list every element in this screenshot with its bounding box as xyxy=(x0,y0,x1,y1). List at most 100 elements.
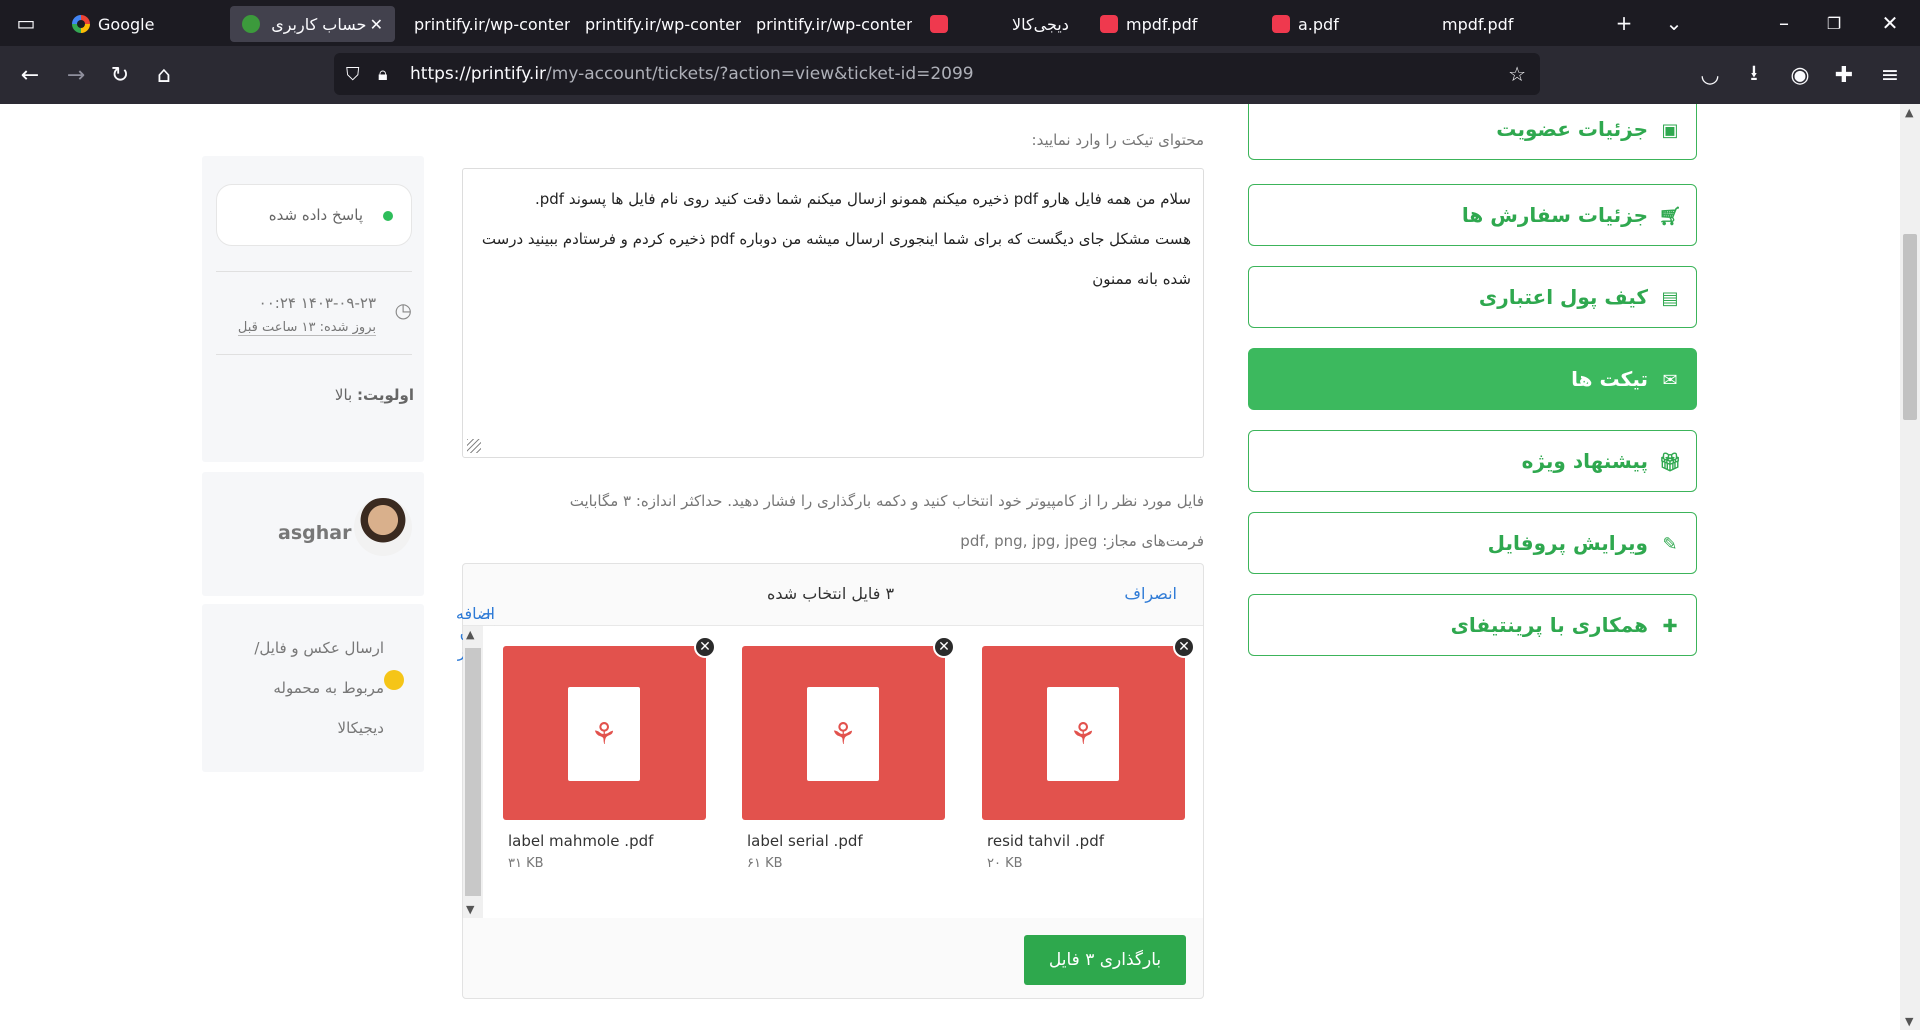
updated-time: بروز شده: ۱۳ ساعت قبل xyxy=(237,320,376,336)
lock-icon[interactable]: 🔒︎ xyxy=(378,64,388,85)
remove-file-icon[interactable]: ✕ xyxy=(933,636,955,658)
divider xyxy=(216,271,412,272)
priority-value: بالا xyxy=(334,386,353,404)
tab-printify-1[interactable]: printify.ir/wp-content xyxy=(402,6,570,42)
reload-icon[interactable]: ↻ xyxy=(102,57,138,93)
file-list-scrollbar[interactable]: ▲ ▼ xyxy=(463,626,483,918)
file-name: resid tahvil .pdf xyxy=(987,832,1104,850)
file-name: label mahmole .pdf xyxy=(508,832,654,850)
scroll-up-icon[interactable]: ▲ xyxy=(466,628,474,641)
remove-file-icon[interactable]: ✕ xyxy=(1173,636,1195,658)
pencil-icon: ✎ xyxy=(1662,533,1678,555)
restore-icon[interactable]: ❐ xyxy=(1816,5,1852,41)
remove-file-icon[interactable]: ✕ xyxy=(694,636,716,658)
tab-label: a.pdf xyxy=(1298,14,1339,34)
shield-icon[interactable]: ⛉ xyxy=(346,64,360,85)
account-icon[interactable]: ◉ xyxy=(1782,57,1818,93)
home-icon[interactable]: ⌂ xyxy=(146,57,182,93)
tab-label: printify.ir/wp-content xyxy=(756,14,912,34)
minimize-icon[interactable]: – xyxy=(1766,5,1802,41)
scroll-thumb[interactable] xyxy=(1903,234,1917,420)
file-size: ۶۱ KB xyxy=(747,856,783,871)
tab-mpdf-2[interactable]: mpdf.pdf xyxy=(1430,6,1595,42)
downloads-icon[interactable]: ⭳ xyxy=(1736,57,1772,93)
emoji-icon xyxy=(384,670,404,690)
menu-label: همکاری با پرینتیفای xyxy=(1450,613,1648,637)
menu-edit-profile[interactable]: ✎ ویرایش پروفایل xyxy=(1248,512,1697,574)
menu-label: تیکت ها xyxy=(1571,367,1648,391)
tab-digikala[interactable]: دیجی‌کالا xyxy=(1000,6,1100,42)
ticket-message-input[interactable]: سلام من همه فایل هارو pdf ذخیره میکنم هم… xyxy=(462,168,1204,458)
user-card: asghar xyxy=(202,472,424,596)
forward-icon[interactable]: → xyxy=(58,57,94,93)
scroll-down-icon[interactable]: ▼ xyxy=(466,903,474,916)
menu-label: ویرایش پروفایل xyxy=(1487,531,1648,555)
content-label: محتوای تیکت را وارد نمایید: xyxy=(1031,131,1204,149)
tab-label: Google xyxy=(98,14,155,34)
file-uploader: انصراف ۳ فایل انتخاب شده اضافه کردن بیشت… xyxy=(456,563,1204,999)
file-size: ۳۱ KB xyxy=(508,856,544,871)
page-scrollbar[interactable]: ▲ ▼ xyxy=(1900,104,1920,1030)
tab-label: دیجی‌کالا xyxy=(1012,14,1069,34)
divider xyxy=(216,354,412,355)
digikala-icon xyxy=(1272,15,1290,33)
tab-google[interactable]: Google xyxy=(60,6,225,42)
menu-tickets[interactable]: ✉ تیکت ها xyxy=(1248,348,1697,410)
resize-handle[interactable] xyxy=(467,439,481,453)
file-name: label serial .pdf xyxy=(747,832,863,850)
close-tab-icon[interactable]: ✕ xyxy=(370,15,383,34)
scroll-up-icon[interactable]: ▲ xyxy=(1905,106,1913,119)
message-line: هست مشکل جای دیگست که برای شما اینجوری ا… xyxy=(481,230,1191,248)
tab-digikala-icon-only[interactable] xyxy=(918,6,968,42)
cancel-button[interactable]: انصراف xyxy=(1124,584,1177,603)
avatar xyxy=(354,498,412,556)
file-item: ⚘ ✕ label mahmole .pdf ۳۱ KB xyxy=(503,636,716,871)
upload-button[interactable]: بارگذاری ۳ فایل xyxy=(1024,935,1186,985)
menu-membership[interactable]: ▣ جزئیات عضویت xyxy=(1248,104,1697,160)
bookmark-star-icon[interactable]: ☆ xyxy=(1508,62,1526,86)
back-icon[interactable]: ← xyxy=(12,57,48,93)
scroll-thumb[interactable] xyxy=(465,648,481,896)
file-hint: فایل مورد نظر را از کامپیوتر خود انتخاب … xyxy=(569,492,1204,510)
tab-overview-icon[interactable]: ▭ xyxy=(8,5,44,41)
url-text[interactable]: https://printify.ir/my-account/tickets/?… xyxy=(410,64,974,84)
menu-icon[interactable]: ≡ xyxy=(1872,57,1908,93)
status-text: پاسخ داده شده xyxy=(268,206,363,224)
new-tab-icon[interactable]: + xyxy=(1606,5,1642,41)
subject-line: دیجیکالا xyxy=(337,719,384,737)
tab-mpdf[interactable]: mpdf.pdf xyxy=(1088,6,1253,42)
url-host: https://printify.ir xyxy=(410,64,547,84)
pdf-icon: ⚘ xyxy=(807,687,879,781)
money-icon: ▤ xyxy=(1661,287,1679,309)
tab-list-chevron-icon[interactable]: ⌄ xyxy=(1656,5,1692,41)
menu-wallet[interactable]: ▤ کیف پول اعتباری xyxy=(1248,266,1697,328)
tab-printify-3[interactable]: printify.ir/wp-content xyxy=(744,6,912,42)
selected-count: ۳ فایل انتخاب شده xyxy=(767,584,895,603)
scroll-down-icon[interactable]: ▼ xyxy=(1905,1015,1913,1028)
pocket-icon[interactable]: ◡ xyxy=(1692,57,1728,93)
menu-orders[interactable]: 🛒︎ جزئیات سفارش ها xyxy=(1248,184,1697,246)
menu-special-offer[interactable]: 🎁︎ پیشنهاد ویژه xyxy=(1248,430,1697,492)
tab-apdf[interactable]: a.pdf xyxy=(1260,6,1425,42)
cart-icon: 🛒︎ xyxy=(1658,205,1682,227)
priority-label: اولویت: xyxy=(356,386,414,404)
bug-icon xyxy=(242,15,260,33)
tab-account[interactable]: حساب کاربری ✕ xyxy=(230,6,395,42)
page-content: ▣ جزئیات عضویت 🛒︎ جزئیات سفارش ها ▤ کیف … xyxy=(0,104,1900,1030)
extensions-icon[interactable]: ✚ xyxy=(1826,57,1862,93)
uploader-file-list: ▲ ▼ ⚘ ✕ resid tahvil .pdf ۲۰ KB ⚘ ✕ labe… xyxy=(463,626,1203,918)
message-line: شده بانه ممنون xyxy=(1092,270,1191,288)
browser-nav-bar: ← → ↻ ⌂ ⛉ 🔒︎ https://printify.ir/my-acco… xyxy=(0,46,1920,104)
menu-label: جزئیات عضویت xyxy=(1496,117,1648,141)
clock-icon: ◷ xyxy=(394,298,412,322)
subject-line: ارسال عکس و فایل/ xyxy=(254,639,384,657)
subject-line: مربوط به محموله xyxy=(273,679,384,697)
ticket-info-card: پاسخ داده شده ◷ ۱۴۰۳-۰۹-۲۳ ۰۰:۲۴ بروز شد… xyxy=(202,156,424,462)
tab-printify-2[interactable]: printify.ir/wp-content xyxy=(573,6,741,42)
menu-partnership[interactable]: ✚ همکاری با پرینتیفای xyxy=(1248,594,1697,656)
url-bar[interactable]: ⛉ 🔒︎ https://printify.ir/my-account/tick… xyxy=(334,53,1540,95)
digikala-icon xyxy=(930,15,948,33)
close-window-icon[interactable]: ✕ xyxy=(1872,5,1908,41)
status-dot-icon xyxy=(383,211,393,221)
file-size: ۲۰ KB xyxy=(987,856,1023,871)
